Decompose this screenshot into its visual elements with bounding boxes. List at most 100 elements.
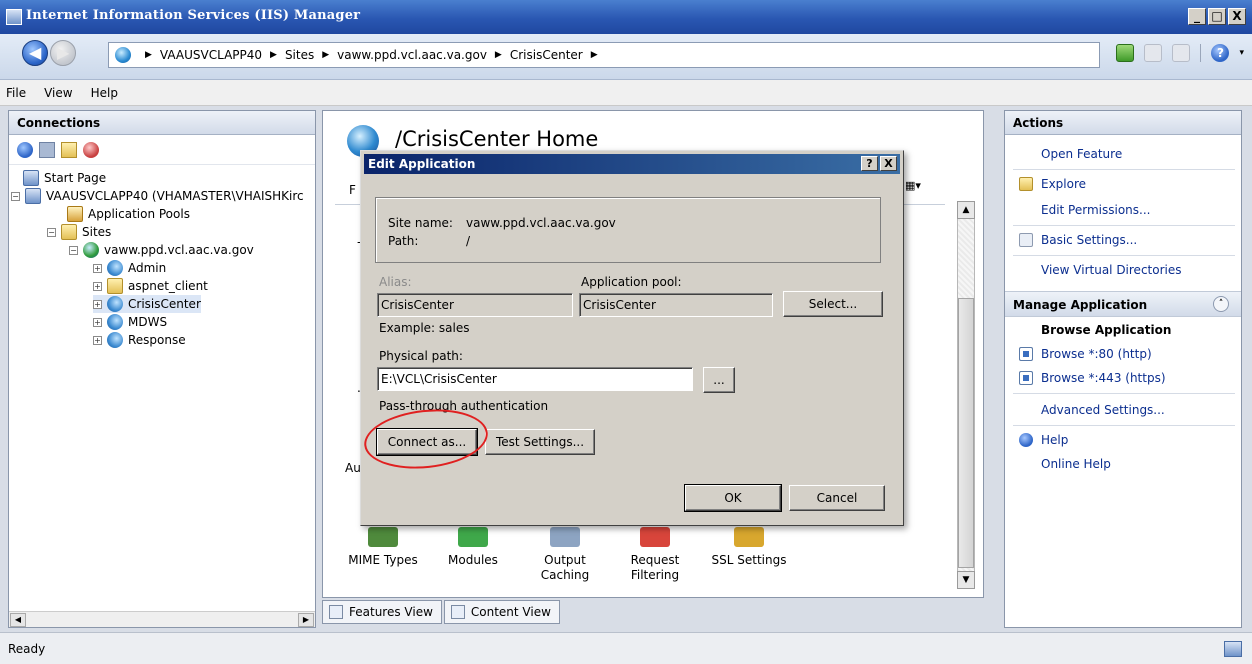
app-pools-icon: [67, 206, 83, 222]
tree-item-aspnet-client[interactable]: + aspnet_client: [93, 277, 208, 295]
refresh-icon[interactable]: [1116, 44, 1135, 62]
scroll-left-icon[interactable]: ◀: [10, 613, 26, 627]
help-icon[interactable]: ?: [1211, 44, 1230, 62]
collapse-toggle-icon[interactable]: −: [47, 227, 56, 237]
select-button[interactable]: Select...: [783, 291, 883, 317]
menu-view[interactable]: View: [44, 86, 72, 100]
feature-mime-types[interactable]: MIME Types: [343, 527, 423, 568]
chevron-down-icon[interactable]: ▾: [1239, 48, 1244, 58]
expand-toggle-icon[interactable]: +: [93, 263, 102, 273]
close-button[interactable]: X: [1228, 8, 1246, 25]
view-mode-dropdown[interactable]: ▦▾: [905, 179, 921, 192]
tab-content-view[interactable]: Content View: [443, 600, 560, 624]
vertical-scrollbar[interactable]: ▲ ▼: [957, 201, 975, 589]
dialog-help-button[interactable]: ?: [861, 156, 878, 171]
feature-output-caching[interactable]: Output Caching: [525, 527, 605, 583]
tree-item-start-page[interactable]: Start Page: [23, 169, 106, 187]
tab-label: Content View: [470, 605, 551, 619]
feature-label: Output Caching: [540, 553, 590, 582]
back-arrow-icon: ◀: [29, 43, 42, 62]
browse-icon: [1019, 347, 1033, 361]
connect-icon[interactable]: [17, 141, 33, 158]
tree-item-website[interactable]: − vaww.ppd.vcl.aac.va.gov: [69, 241, 254, 259]
scroll-down-icon[interactable]: ▼: [957, 571, 975, 589]
breadcrumb-site[interactable]: vaww.ppd.vcl.aac.va.gov: [337, 48, 487, 62]
disconnect-icon[interactable]: [83, 141, 99, 158]
tree-item-mdws[interactable]: + MDWS: [93, 313, 167, 331]
save-icon[interactable]: [39, 141, 55, 158]
browse-path-button[interactable]: ...: [703, 367, 735, 393]
menu-file[interactable]: File: [6, 86, 26, 100]
feature-modules[interactable]: Modules: [433, 527, 513, 568]
example-text: Example: sales: [379, 321, 470, 335]
app-pool-field: CrisisCenter: [579, 293, 773, 317]
back-button[interactable]: ◀: [22, 40, 48, 66]
action-browse-https[interactable]: Browse *:443 (https): [1019, 371, 1166, 385]
tree-item-response[interactable]: + Response: [93, 331, 186, 349]
action-advanced-settings[interactable]: Advanced Settings...: [1041, 403, 1165, 417]
up-folder-icon[interactable]: [61, 141, 77, 158]
tree-item-label: Application Pools: [88, 207, 190, 221]
action-open-feature[interactable]: Open Feature: [1041, 147, 1122, 161]
tree-item-server[interactable]: − VAAUSVCLAPP40 (VHAMASTER\VHAISHKirc: [11, 187, 304, 205]
address-bar[interactable]: ▶ VAAUSVCLAPP40 ▶ Sites ▶ vaww.ppd.vcl.a…: [108, 42, 1100, 68]
physical-path-input[interactable]: E:\VCL\CrisisCenter: [377, 367, 693, 391]
collapse-toggle-icon[interactable]: −: [11, 191, 20, 201]
action-view-virtual-directories[interactable]: View Virtual Directories: [1041, 263, 1182, 277]
connections-toolbar: [9, 135, 315, 165]
manage-application-header[interactable]: Manage Application ˄: [1005, 291, 1241, 317]
minimize-button[interactable]: _: [1188, 8, 1206, 25]
breadcrumb-sites[interactable]: Sites: [285, 48, 314, 62]
scroll-up-icon[interactable]: ▲: [957, 201, 975, 219]
action-explore[interactable]: Explore: [1019, 177, 1086, 191]
scroll-right-icon[interactable]: ▶: [298, 613, 314, 627]
ok-button[interactable]: OK: [684, 484, 782, 512]
view-tabs: Features View Content View: [322, 600, 562, 626]
forward-button[interactable]: ▶: [50, 40, 76, 66]
breadcrumb-application[interactable]: CrisisCenter: [510, 48, 583, 62]
connect-as-button[interactable]: Connect as...: [376, 428, 478, 456]
globe-icon: [115, 47, 131, 63]
action-basic-settings[interactable]: Basic Settings...: [1019, 233, 1137, 247]
connections-tree: Start Page − VAAUSVCLAPP40 (VHAMASTER\VH…: [9, 165, 315, 348]
breadcrumb-separator-icon: ▶: [494, 50, 502, 60]
window-title-bar: Internet Information Services (IIS) Mana…: [0, 0, 1252, 34]
feature-label: Modules: [448, 553, 498, 567]
divider: [1013, 393, 1235, 394]
expand-toggle-icon[interactable]: +: [93, 281, 102, 291]
tree-item-label: Sites: [82, 225, 112, 239]
tree-item-label: aspnet_client: [128, 279, 208, 293]
action-online-help[interactable]: Online Help: [1041, 457, 1111, 471]
divider: [1013, 425, 1235, 426]
dialog-close-button[interactable]: X: [880, 156, 897, 171]
scrollbar-thumb[interactable]: [958, 298, 974, 568]
alias-label: Alias:: [379, 275, 412, 289]
expand-toggle-icon[interactable]: +: [93, 299, 102, 309]
breadcrumb-server[interactable]: VAAUSVCLAPP40: [160, 48, 262, 62]
action-edit-permissions[interactable]: Edit Permissions...: [1041, 203, 1150, 217]
tree-item-application-pools[interactable]: Application Pools: [67, 205, 190, 223]
expand-toggle-icon[interactable]: +: [93, 317, 102, 327]
test-settings-button[interactable]: Test Settings...: [485, 429, 595, 455]
action-help[interactable]: Help: [1019, 433, 1068, 447]
cancel-button[interactable]: Cancel: [789, 485, 885, 511]
feature-request-filtering[interactable]: Request Filtering: [615, 527, 695, 583]
action-browse-http[interactable]: Browse *:80 (http): [1019, 347, 1152, 361]
tree-item-label: MDWS: [128, 315, 168, 329]
edit-application-dialog: Edit Application ? X Site name: vaww.ppd…: [360, 150, 904, 526]
tree-item-admin[interactable]: + Admin: [93, 259, 166, 277]
stop-icon[interactable]: [1144, 44, 1163, 62]
home-icon[interactable]: [1172, 44, 1191, 62]
expand-toggle-icon[interactable]: +: [93, 335, 102, 345]
maximize-button[interactable]: □: [1208, 8, 1226, 25]
feature-ssl-settings[interactable]: SSL Settings: [709, 527, 789, 568]
collapse-toggle-icon[interactable]: −: [69, 245, 78, 255]
menu-help[interactable]: Help: [91, 86, 118, 100]
connections-header: Connections: [9, 111, 315, 135]
horizontal-scrollbar[interactable]: ◀ ▶: [9, 611, 315, 627]
chevron-up-icon[interactable]: ˄: [1213, 296, 1229, 312]
tree-item-sites[interactable]: − Sites: [47, 223, 111, 241]
tree-item-crisiscenter[interactable]: + CrisisCenter: [93, 295, 201, 313]
server-status-icon: [1224, 641, 1242, 657]
tab-features-view[interactable]: Features View: [322, 600, 442, 624]
